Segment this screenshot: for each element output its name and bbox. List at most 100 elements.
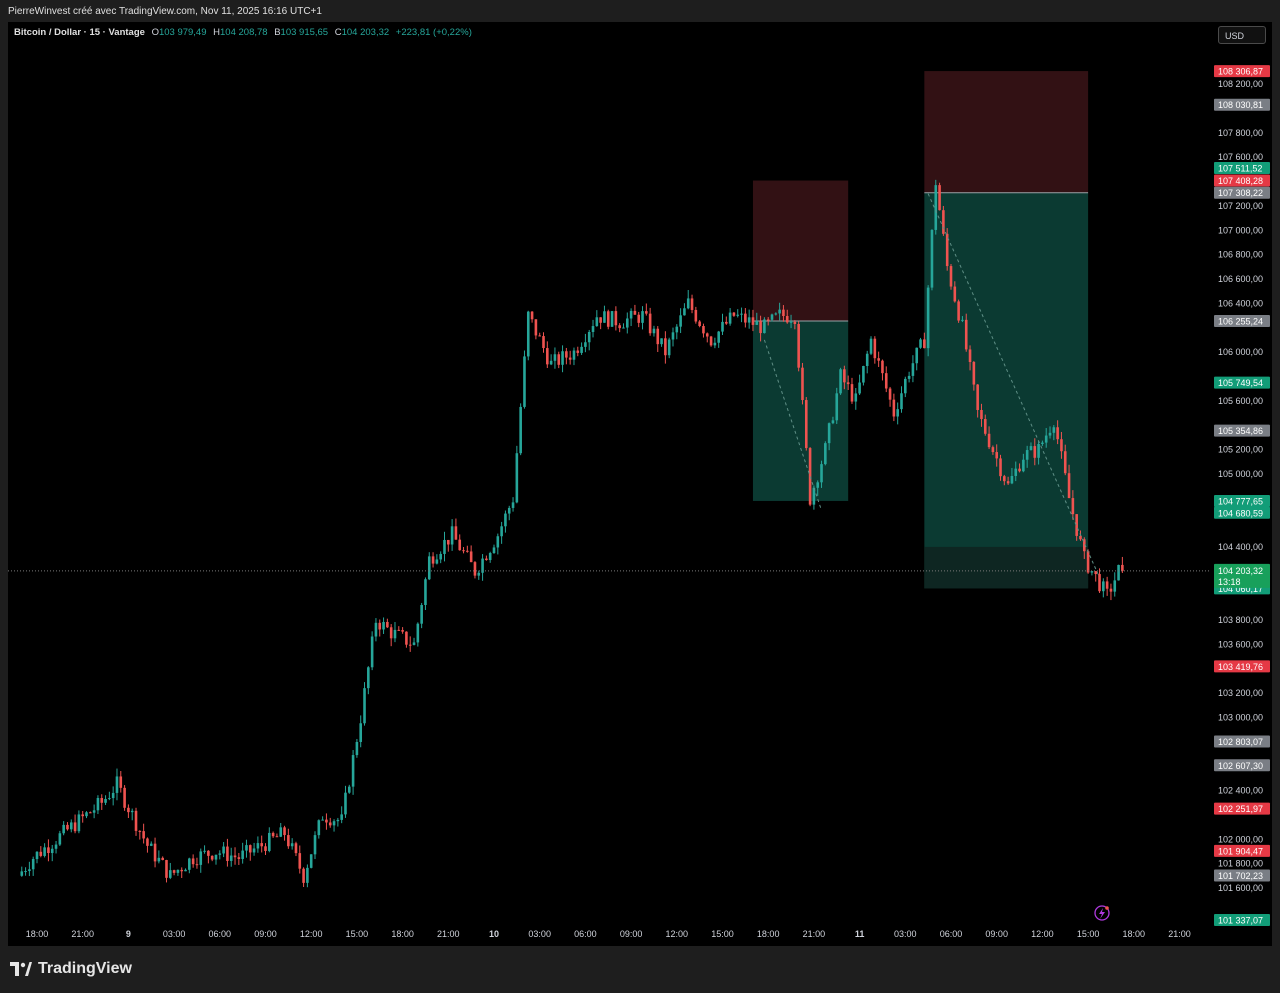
- candle[interactable]: [938, 185, 941, 211]
- stop-loss-zone[interactable]: [752, 180, 849, 321]
- candle[interactable]: [934, 185, 938, 230]
- candle[interactable]: [942, 210, 945, 234]
- candle[interactable]: [306, 867, 309, 883]
- candle[interactable]: [911, 363, 915, 376]
- candle[interactable]: [43, 847, 46, 856]
- candle[interactable]: [690, 298, 694, 310]
- candle[interactable]: [66, 824, 69, 830]
- candle[interactable]: [290, 843, 294, 847]
- candle[interactable]: [1121, 564, 1124, 571]
- price-chart[interactable]: 108 200,00 107 800,00 107 600,00 107 200,00…: [8, 22, 1272, 946]
- candle[interactable]: [747, 317, 751, 323]
- candle[interactable]: [447, 539, 450, 545]
- candle[interactable]: [877, 358, 880, 361]
- candle[interactable]: [81, 814, 84, 817]
- candle[interactable]: [862, 365, 865, 383]
- candle[interactable]: [85, 812, 88, 817]
- candle[interactable]: [698, 321, 701, 327]
- candle[interactable]: [896, 409, 899, 417]
- candle[interactable]: [336, 819, 340, 822]
- candle[interactable]: [907, 375, 911, 379]
- candle[interactable]: [557, 354, 561, 365]
- candle[interactable]: [127, 807, 130, 813]
- candle[interactable]: [576, 350, 580, 353]
- candle[interactable]: [843, 369, 846, 383]
- candle[interactable]: [618, 325, 621, 329]
- candle[interactable]: [439, 553, 442, 560]
- candle[interactable]: [473, 562, 477, 576]
- candle[interactable]: [816, 482, 820, 488]
- candle[interactable]: [100, 797, 104, 803]
- candle[interactable]: [637, 314, 641, 323]
- candle[interactable]: [629, 310, 633, 319]
- candle[interactable]: [622, 327, 625, 329]
- candle[interactable]: [363, 688, 366, 724]
- candle[interactable]: [355, 741, 359, 756]
- candle[interactable]: [332, 821, 336, 826]
- candle[interactable]: [858, 382, 861, 394]
- candle[interactable]: [1113, 580, 1117, 592]
- candle[interactable]: [744, 313, 747, 323]
- candle[interactable]: [804, 400, 808, 449]
- candle[interactable]: [252, 848, 256, 853]
- candle[interactable]: [104, 798, 107, 803]
- candle[interactable]: [321, 819, 324, 821]
- candle[interactable]: [546, 348, 549, 365]
- candle[interactable]: [1003, 476, 1006, 482]
- candle[interactable]: [401, 630, 404, 632]
- candle[interactable]: [614, 311, 618, 326]
- candle[interactable]: [1048, 432, 1052, 436]
- candle[interactable]: [774, 313, 778, 315]
- stop-loss-zone[interactable]: [924, 71, 1089, 193]
- candle[interactable]: [458, 539, 462, 551]
- candle[interactable]: [884, 373, 888, 389]
- candle[interactable]: [389, 627, 393, 639]
- candle[interactable]: [123, 787, 126, 808]
- chart-panel[interactable]: 108 200,00 107 800,00 107 600,00 107 200,00…: [8, 22, 1272, 946]
- candle[interactable]: [119, 776, 123, 788]
- candle[interactable]: [660, 338, 663, 345]
- candle[interactable]: [378, 622, 382, 630]
- candle[interactable]: [1060, 439, 1063, 452]
- candle[interactable]: [568, 357, 572, 360]
- candle[interactable]: [35, 851, 39, 860]
- candle[interactable]: [603, 311, 606, 323]
- candle[interactable]: [279, 827, 283, 837]
- candle[interactable]: [199, 851, 203, 865]
- candle[interactable]: [20, 871, 24, 876]
- candle[interactable]: [313, 835, 317, 855]
- candle[interactable]: [157, 857, 161, 862]
- candle[interactable]: [302, 868, 305, 883]
- candle[interactable]: [610, 311, 614, 327]
- candle[interactable]: [165, 860, 168, 878]
- candle[interactable]: [416, 623, 420, 643]
- candle[interactable]: [523, 356, 526, 407]
- candle[interactable]: [652, 328, 656, 334]
- candle[interactable]: [24, 871, 27, 873]
- candle[interactable]: [146, 838, 149, 846]
- candle[interactable]: [785, 316, 789, 323]
- candle[interactable]: [134, 810, 138, 831]
- candle[interactable]: [54, 844, 58, 849]
- candle[interactable]: [572, 350, 576, 360]
- candle[interactable]: [648, 313, 652, 334]
- candle[interactable]: [625, 318, 629, 328]
- candle[interactable]: [62, 824, 65, 834]
- candle[interactable]: [89, 812, 92, 814]
- candle[interactable]: [987, 433, 991, 448]
- candle[interactable]: [226, 846, 229, 861]
- candle[interactable]: [317, 820, 321, 836]
- candle[interactable]: [736, 314, 740, 316]
- candle[interactable]: [995, 452, 998, 459]
- candle[interactable]: [641, 311, 644, 323]
- candle[interactable]: [214, 854, 218, 860]
- candle[interactable]: [957, 301, 960, 321]
- candle[interactable]: [667, 339, 671, 356]
- candle[interactable]: [397, 629, 401, 631]
- candle[interactable]: [999, 458, 1002, 477]
- candle[interactable]: [1098, 574, 1101, 592]
- candle[interactable]: [325, 819, 328, 823]
- candle[interactable]: [370, 636, 374, 668]
- candle[interactable]: [218, 853, 222, 855]
- candle[interactable]: [553, 354, 557, 361]
